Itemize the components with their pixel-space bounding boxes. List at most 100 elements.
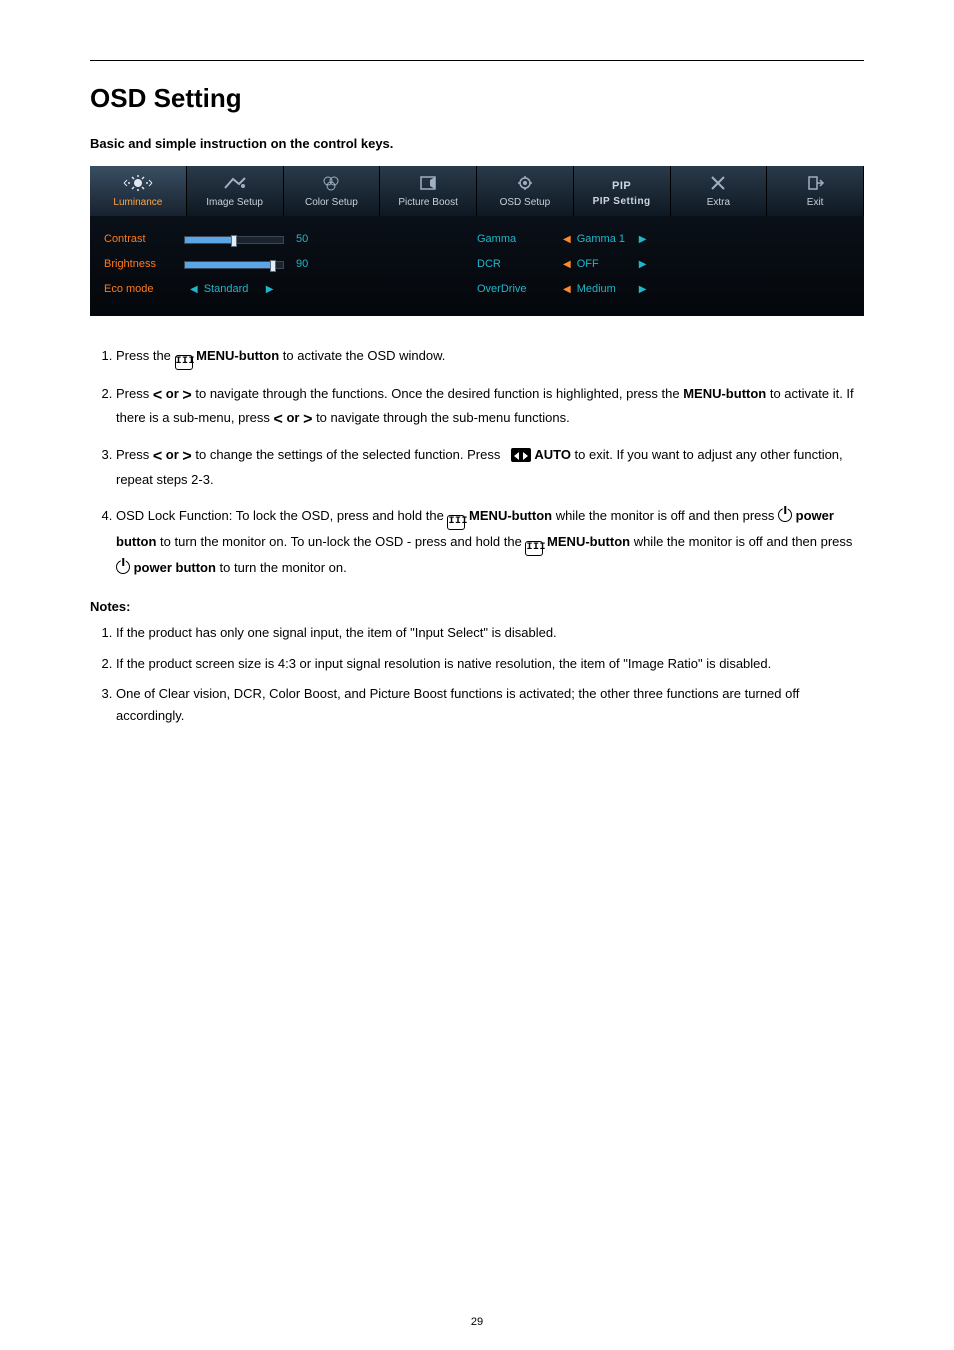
overdrive-label: OverDrive xyxy=(477,281,557,298)
or-label: or xyxy=(162,447,182,462)
osd-row-overdrive[interactable]: OverDrive ◀ Medium ▶ xyxy=(477,279,850,301)
osd-row-eco-mode[interactable]: Eco mode ◀ Standard ▶ xyxy=(104,279,477,301)
extra-icon xyxy=(702,174,734,192)
osd-tab-image-setup[interactable]: Image Setup xyxy=(187,166,284,216)
chevron-left-icon: < xyxy=(153,449,162,465)
osd-screenshot: Luminance Image Setup Color Setup Pictur… xyxy=(90,166,864,316)
left-arrow-icon[interactable]: ◀ xyxy=(557,232,577,247)
osd-body: Contrast 50 Brightness 90 Eco mode ◀ Sta… xyxy=(90,216,864,316)
osd-tab-pip-setting[interactable]: PIP PIP Setting xyxy=(574,166,671,216)
auto-button-icon xyxy=(511,448,531,462)
contrast-label: Contrast xyxy=(104,231,184,248)
brightness-value: 90 xyxy=(296,256,308,273)
pip-icon-text: PIP xyxy=(574,178,670,195)
osd-tab-label: OSD Setup xyxy=(477,195,573,210)
instruction-item-3: Press < or > to change the settings of t… xyxy=(116,443,864,492)
horizontal-rule xyxy=(90,60,864,61)
instruction-list: Press the MENU-button to activate the OS… xyxy=(90,344,864,581)
exit-icon xyxy=(799,174,831,192)
or-label: or xyxy=(283,410,303,425)
osd-tab-extra[interactable]: Extra xyxy=(671,166,768,216)
left-arrow-icon[interactable]: ◀ xyxy=(184,282,204,297)
overdrive-value: Medium xyxy=(577,281,633,298)
text: Press xyxy=(116,386,153,401)
eco-value: Standard xyxy=(204,281,260,298)
dcr-value: OFF xyxy=(577,256,633,273)
note-item-2: If the product screen size is 4:3 or inp… xyxy=(116,653,864,675)
text: to change the settings of the selected f… xyxy=(192,447,504,462)
osd-tab-label: Picture Boost xyxy=(380,195,476,210)
notes-heading: Notes: xyxy=(90,597,864,617)
left-arrow-icon[interactable]: ◀ xyxy=(557,282,577,297)
text: Press xyxy=(116,447,153,462)
osd-tab-label: Image Setup xyxy=(187,195,283,210)
dcr-label: DCR xyxy=(477,256,557,273)
luminance-icon xyxy=(122,174,154,192)
brightness-slider[interactable] xyxy=(184,261,284,269)
text: to turn the monitor on. xyxy=(216,560,347,575)
power-button-label: power button xyxy=(130,560,216,575)
osd-tab-label: Luminance xyxy=(90,195,186,210)
page-number: 29 xyxy=(0,1314,954,1331)
right-arrow-icon[interactable]: ▶ xyxy=(633,257,653,272)
osd-tab-label: Color Setup xyxy=(284,195,380,210)
osd-tab-label: PIP Setting xyxy=(574,194,670,209)
auto-label: AUTO xyxy=(531,447,571,462)
chevron-left-icon: < xyxy=(274,412,283,428)
image-setup-icon xyxy=(219,174,251,192)
menu-button-icon xyxy=(525,541,543,556)
brightness-label: Brightness xyxy=(104,256,184,273)
right-arrow-icon[interactable]: ▶ xyxy=(260,282,280,297)
contrast-value: 50 xyxy=(296,231,308,248)
osd-tab-picture-boost[interactable]: Picture Boost xyxy=(380,166,477,216)
right-arrow-icon[interactable]: ▶ xyxy=(633,282,653,297)
osd-row-contrast[interactable]: Contrast 50 xyxy=(104,229,477,251)
text: to navigate through the functions. Once … xyxy=(192,386,683,401)
color-setup-icon xyxy=(315,174,347,192)
eco-label: Eco mode xyxy=(104,281,184,298)
osd-row-gamma[interactable]: Gamma ◀ Gamma 1 ▶ xyxy=(477,229,850,251)
or-label: or xyxy=(162,386,182,401)
instruction-item-2: Press < or > to navigate through the fun… xyxy=(116,382,864,431)
chevron-right-icon: > xyxy=(182,449,191,465)
menu-button-icon xyxy=(447,515,465,530)
power-button-icon xyxy=(116,560,130,574)
gamma-label: Gamma xyxy=(477,231,557,248)
text: while the monitor is off and then press xyxy=(630,534,852,549)
osd-left-column: Contrast 50 Brightness 90 Eco mode ◀ Sta… xyxy=(104,226,477,304)
text: OSD Lock Function: To lock the OSD, pres… xyxy=(116,508,447,523)
menu-button-label: MENU-button xyxy=(465,508,552,523)
page-subhead: Basic and simple instruction on the cont… xyxy=(90,134,864,154)
osd-tab-luminance[interactable]: Luminance xyxy=(90,166,187,216)
osd-tab-color-setup[interactable]: Color Setup xyxy=(284,166,381,216)
menu-button-icon xyxy=(175,355,193,370)
left-arrow-icon[interactable]: ◀ xyxy=(557,257,577,272)
chevron-left-icon: < xyxy=(153,388,162,404)
osd-row-dcr[interactable]: DCR ◀ OFF ▶ xyxy=(477,254,850,276)
power-button-icon xyxy=(778,508,792,522)
osd-tab-exit[interactable]: Exit xyxy=(767,166,864,216)
text: while the monitor is off and then press xyxy=(552,508,778,523)
menu-button-label: MENU-button xyxy=(196,348,279,363)
osd-tab-label: Exit xyxy=(767,195,863,210)
notes-list: If the product has only one signal input… xyxy=(90,622,864,726)
text: to navigate through the sub-menu functio… xyxy=(312,410,569,425)
osd-setup-icon xyxy=(509,174,541,192)
chevron-right-icon: > xyxy=(182,388,191,404)
menu-button-label: MENU-button xyxy=(683,386,766,401)
instruction-item-1: Press the MENU-button to activate the OS… xyxy=(116,344,864,370)
picture-boost-icon xyxy=(412,174,444,192)
menu-button-label: MENU-button xyxy=(543,534,630,549)
osd-tab-osd-setup[interactable]: OSD Setup xyxy=(477,166,574,216)
osd-row-brightness[interactable]: Brightness 90 xyxy=(104,254,477,276)
osd-tab-label: Extra xyxy=(671,195,767,210)
instruction-item-4: OSD Lock Function: To lock the OSD, pres… xyxy=(116,504,864,581)
text: Press the xyxy=(116,348,175,363)
osd-tab-bar: Luminance Image Setup Color Setup Pictur… xyxy=(90,166,864,216)
text: to activate the OSD window. xyxy=(279,348,445,363)
right-arrow-icon[interactable]: ▶ xyxy=(633,232,653,247)
note-item-3: One of Clear vision, DCR, Color Boost, a… xyxy=(116,683,864,727)
osd-right-column: Gamma ◀ Gamma 1 ▶ DCR ◀ OFF ▶ OverDrive … xyxy=(477,226,850,304)
contrast-slider[interactable] xyxy=(184,236,284,244)
gamma-value: Gamma 1 xyxy=(577,231,633,248)
